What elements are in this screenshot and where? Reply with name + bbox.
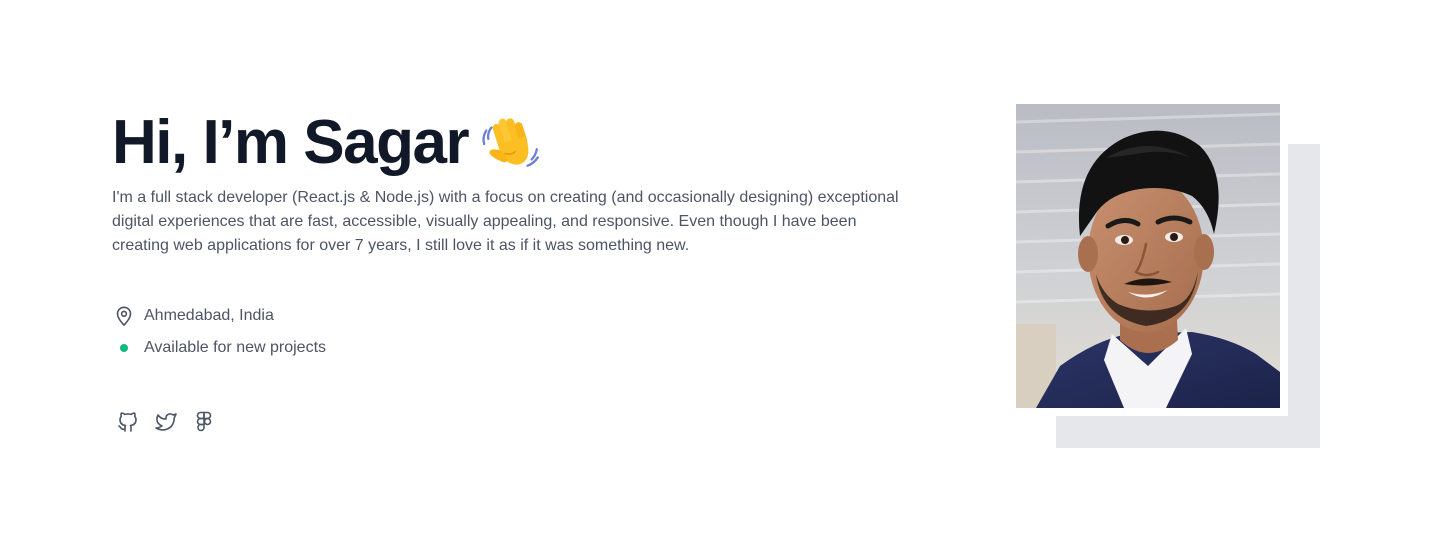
meta-list: Ahmedabad, India Available for new proje… <box>112 304 902 360</box>
hero-content: Hi, I’m Sagar I'm a full stack developer… <box>112 108 902 440</box>
title-row: Hi, I’m Sagar <box>112 108 902 178</box>
hero-section: Hi, I’m Sagar I'm a full stack developer… <box>0 0 1440 552</box>
profile-photo-block <box>1016 104 1320 448</box>
social-links <box>112 404 902 440</box>
map-pin-icon <box>112 304 136 328</box>
twitter-link[interactable] <box>148 404 184 440</box>
github-link[interactable] <box>110 404 146 440</box>
profile-photo <box>1016 104 1280 408</box>
status-dot <box>112 336 136 360</box>
waving-hand-icon <box>482 118 540 167</box>
figma-link[interactable] <box>186 404 222 440</box>
github-icon <box>118 412 137 432</box>
location-text: Ahmedabad, India <box>144 307 274 324</box>
page-title: Hi, I’m Sagar <box>112 108 470 177</box>
availability-row: Available for new projects <box>112 336 902 360</box>
availability-indicator <box>120 344 128 352</box>
availability-text: Available for new projects <box>144 339 327 356</box>
figma-icon <box>196 411 212 432</box>
intro-paragraph: I'm a full stack developer (React.js & N… <box>112 189 899 254</box>
twitter-icon <box>155 413 177 431</box>
location-row: Ahmedabad, India <box>112 304 902 328</box>
